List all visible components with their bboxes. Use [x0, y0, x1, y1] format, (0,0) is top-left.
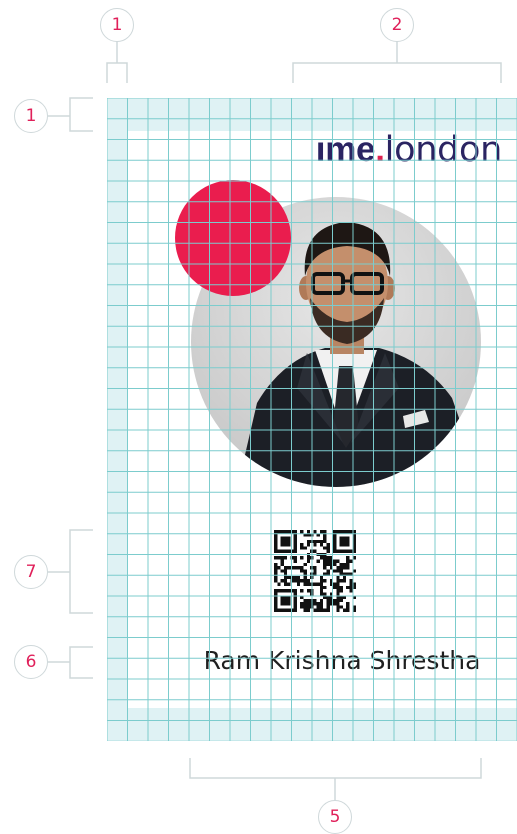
annotation-marker-bottom: 5	[318, 800, 352, 834]
annotation-marker-left-top: 1	[14, 99, 48, 133]
annotation-marker-left-qr: 7	[14, 555, 48, 589]
annotation-marker-top-right: 2	[380, 8, 414, 42]
id-card-layout-diagram: 1 2 1 7 6 5 ıme.london Ram Krishna Shres…	[0, 0, 517, 834]
annotation-marker-left-name: 6	[14, 645, 48, 679]
layout-grid	[107, 98, 517, 741]
annotation-marker-top-left: 1	[100, 8, 134, 42]
id-card: ıme.london Ram Krishna Shrestha	[107, 98, 517, 741]
